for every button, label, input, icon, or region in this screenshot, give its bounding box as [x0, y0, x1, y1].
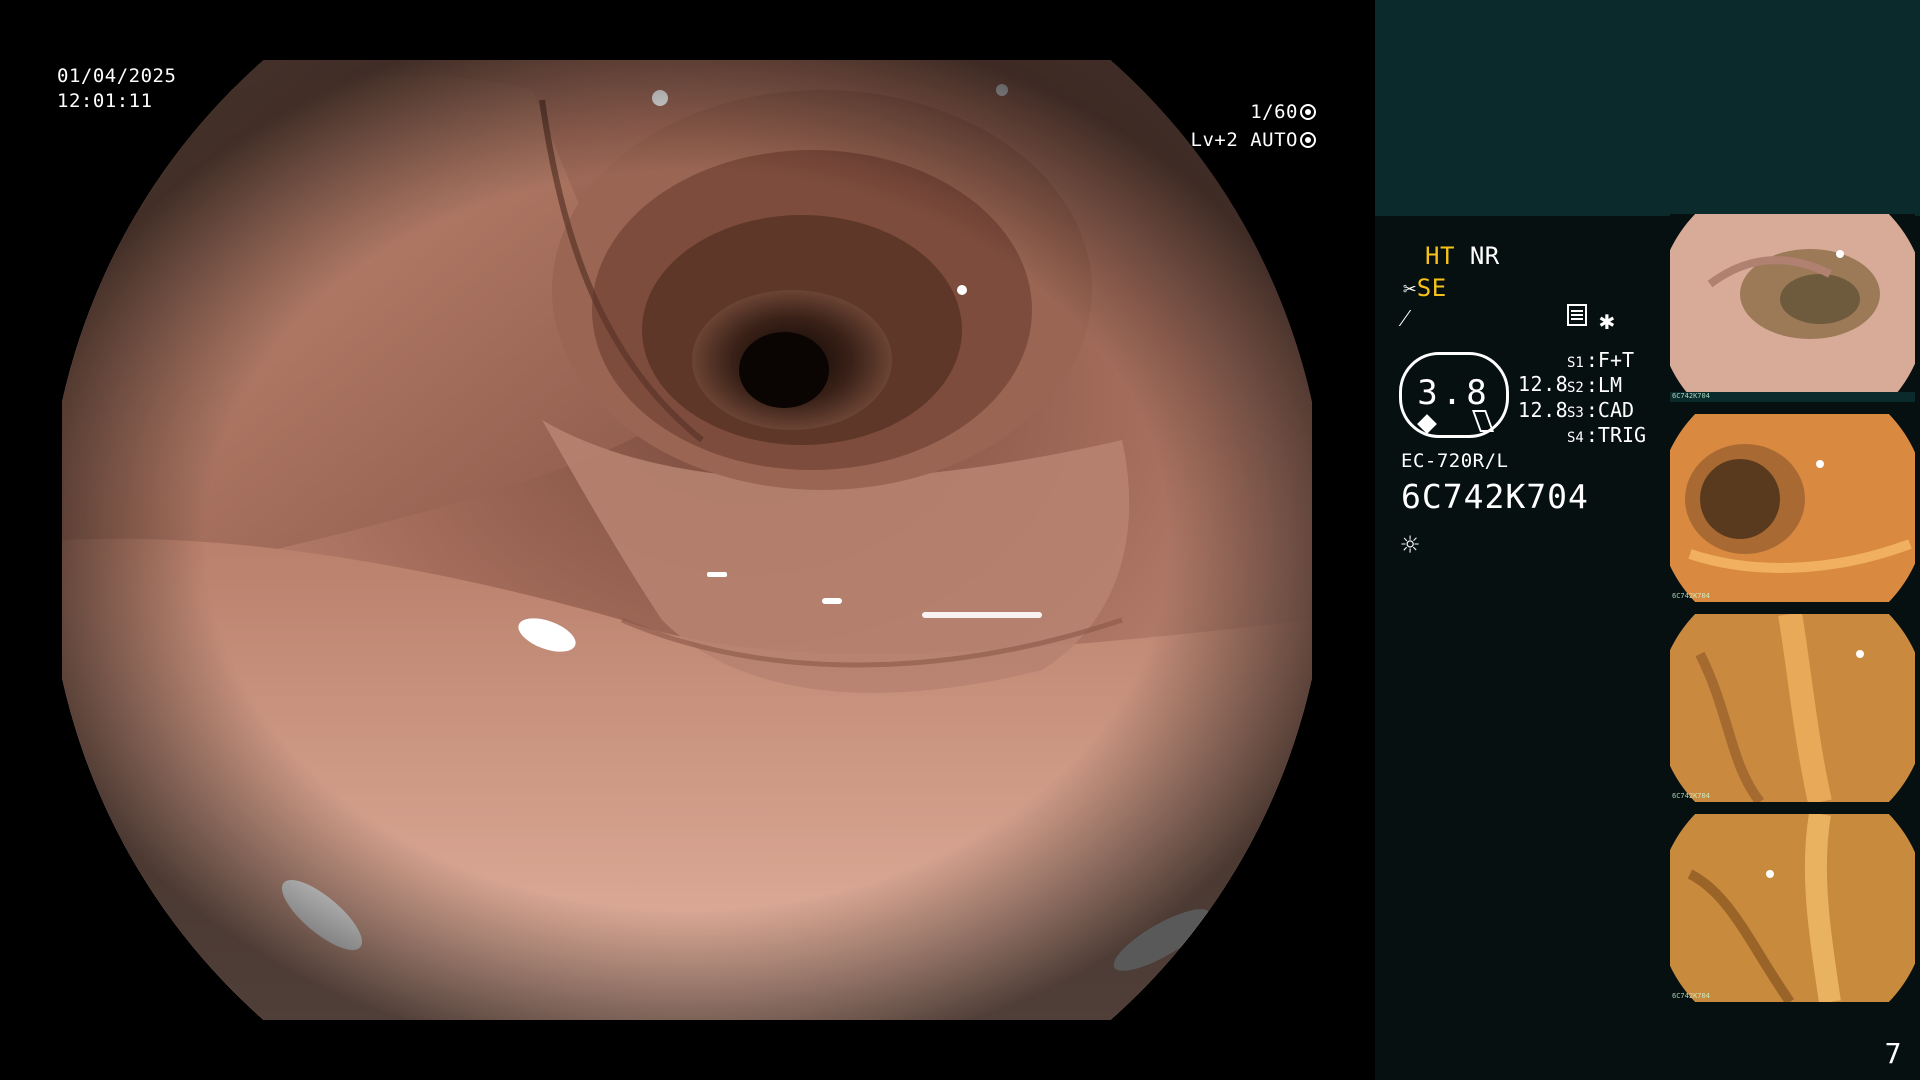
switch-key: S4: [1567, 430, 1584, 446]
switch-s4: S4:TRIG: [1567, 423, 1647, 447]
exposure-info: 1/60 Lv+2 AUTO: [1191, 98, 1316, 154]
switch-value: LM: [1597, 373, 1622, 397]
page-number: 7: [1884, 1037, 1902, 1070]
thumbnail[interactable]: 6C742K704: [1670, 214, 1915, 402]
light-icon: ☼: [1401, 528, 1420, 563]
mode-nr: NR: [1469, 242, 1500, 270]
shutter-row: 1/60: [1191, 98, 1316, 126]
zoom-value: 3.8: [1417, 373, 1491, 413]
thumbnail-label: 6C742K704: [1672, 392, 1710, 400]
switch-key: S1: [1567, 355, 1584, 371]
level-mode-label: Lv+2 AUTO: [1190, 129, 1298, 151]
switch-key: S2: [1567, 380, 1584, 396]
mode-se: SE: [1416, 274, 1447, 302]
auto-iris-icon: [1300, 132, 1316, 148]
level-top: 12.8: [1518, 372, 1569, 396]
date-label: 01/04/2025: [57, 65, 177, 87]
scope-model: EC-720R/L: [1401, 450, 1509, 472]
serial-number: 6C742K704: [1401, 477, 1589, 516]
switch-value: CAD: [1597, 398, 1635, 422]
info-panel: HT NR ✂SE ⁄ ✱ 3.8 12.8 12.8 S1:F+T S2:LM…: [1375, 0, 1920, 1080]
star-icon: ✱: [1599, 306, 1616, 336]
switch-s2: S2:LM: [1567, 373, 1622, 397]
scissors-icon: ✂: [1403, 277, 1417, 302]
cut-icon: ⁄: [1403, 304, 1408, 332]
thumbnail[interactable]: 6C742K704: [1670, 814, 1915, 1002]
switch-value: TRIG: [1597, 423, 1647, 447]
endoscope-view: [62, 60, 1312, 1020]
time-label: 12:01:11: [57, 90, 153, 112]
level-bottom: 12.8: [1518, 398, 1569, 422]
mode-row-1: HT NR: [1425, 242, 1500, 270]
thumbnail[interactable]: 6C742K704: [1670, 614, 1915, 802]
shutter-label: 1/60: [1250, 101, 1298, 123]
switch-value: F+T: [1597, 348, 1635, 372]
switch-key: S3: [1567, 405, 1584, 421]
date-time-stamp: 01/04/2025 12:01:11: [57, 64, 176, 114]
thumbnail-label: 6C742K704: [1672, 992, 1710, 1000]
zoom-marker-right: [1471, 410, 1495, 432]
zoom-marker-left: [1417, 414, 1437, 434]
thumbnail-label: 6C742K704: [1672, 792, 1710, 800]
thumbnail[interactable]: 6C742K704: [1670, 414, 1915, 602]
switch-s3: S3:CAD: [1567, 398, 1635, 422]
menu-list-icon: [1567, 304, 1587, 332]
thumbnail-label: 6C742K704: [1672, 592, 1710, 600]
switch-s1: S1:F+T: [1567, 348, 1635, 372]
shutter-icon: [1300, 104, 1316, 120]
mode-row-2: ✂SE: [1403, 274, 1447, 302]
level-mode-row: Lv+2 AUTO: [1191, 126, 1316, 154]
panel-header: [1375, 0, 1920, 216]
zoom-indicator: 3.8: [1399, 352, 1509, 438]
mode-ht: HT: [1425, 242, 1455, 270]
